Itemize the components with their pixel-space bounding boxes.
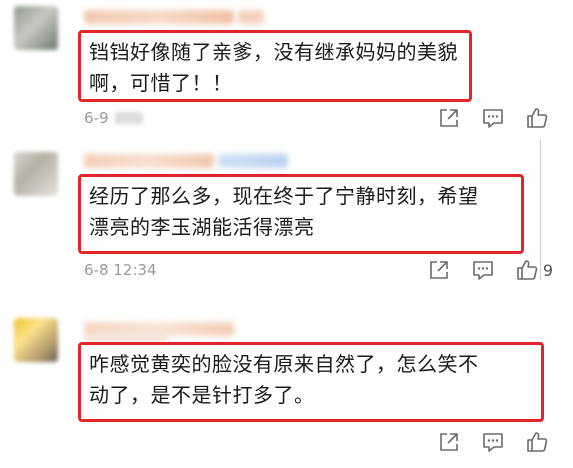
highlighted-comment-text: 经历了那么多，现在终于了宁静时刻，希望 漂亮的李玉湖能活得漂亮 <box>78 174 524 254</box>
comment-text-line-2: 漂亮的李玉湖能活得漂亮 <box>89 215 315 239</box>
comment-text-line-1: 铛铛好像随了亲爹，没有继承妈妈的美貌 <box>89 40 458 64</box>
comment-button[interactable] <box>481 430 505 454</box>
like-icon <box>527 432 548 452</box>
comment-text-line-2: 动了，是不是针打多了。 <box>89 383 315 407</box>
share-button[interactable] <box>437 106 461 130</box>
comment-actions <box>437 106 553 130</box>
share-button[interactable] <box>437 430 461 454</box>
like-button[interactable] <box>525 106 553 130</box>
username-blurred[interactable] <box>84 10 234 24</box>
share-icon <box>440 109 458 127</box>
user-badge-blurred <box>238 10 264 24</box>
comment-item-3: 咋感觉黄奕的脸没有原来自然了，怎么笑不 动了，是不是针打多了。 <box>0 312 573 468</box>
comment-icon <box>483 433 503 452</box>
timestamp: 6-8 12:34 <box>84 261 157 279</box>
comment-item-2: 经历了那么多，现在终于了宁静时刻，希望 漂亮的李玉湖能活得漂亮 6-8 12:3… <box>0 148 573 288</box>
comment-button[interactable] <box>481 106 505 130</box>
like-button[interactable] <box>525 430 553 454</box>
comment-meta <box>84 430 553 454</box>
comment-item-1: 铛铛好像随了亲爹，没有继承妈妈的美貌 啊，可惜了！！ 6-9 <box>0 0 573 140</box>
avatar[interactable] <box>14 318 58 362</box>
share-icon <box>440 433 458 451</box>
comment-icon <box>473 261 493 280</box>
comment-text-line-1: 咋感觉黄奕的脸没有原来自然了，怎么笑不 <box>89 352 479 376</box>
share-button[interactable] <box>427 258 451 282</box>
like-count: 9 <box>542 260 553 280</box>
comment-actions <box>437 430 553 454</box>
comment-text-line-1: 经历了那么多，现在终于了宁静时刻，希望 <box>89 184 479 208</box>
username-blurred[interactable] <box>84 154 214 168</box>
timestamp: 6-9 <box>84 109 109 127</box>
highlighted-comment-text: 咋感觉黄奕的脸没有原来自然了，怎么笑不 动了，是不是针打多了。 <box>78 342 544 422</box>
comment-meta: 6-8 12:34 9 <box>84 258 553 282</box>
share-icon <box>430 261 448 279</box>
like-button[interactable]: 9 <box>515 258 553 282</box>
avatar[interactable] <box>14 6 58 50</box>
comment-meta: 6-9 <box>84 106 553 130</box>
like-icon <box>517 260 538 280</box>
like-icon <box>527 108 548 128</box>
location-blurred <box>114 112 143 124</box>
comment-icon <box>483 109 503 128</box>
user-badge-blurred <box>84 334 168 342</box>
comment-button[interactable] <box>471 258 495 282</box>
avatar[interactable] <box>14 152 58 196</box>
comment-actions: 9 <box>427 258 553 282</box>
user-badge-blurred <box>218 154 288 168</box>
comment-text-line-2: 啊，可惜了！！ <box>89 71 233 95</box>
highlighted-comment-text: 铛铛好像随了亲爹，没有继承妈妈的美貌 啊，可惜了！！ <box>78 30 472 102</box>
